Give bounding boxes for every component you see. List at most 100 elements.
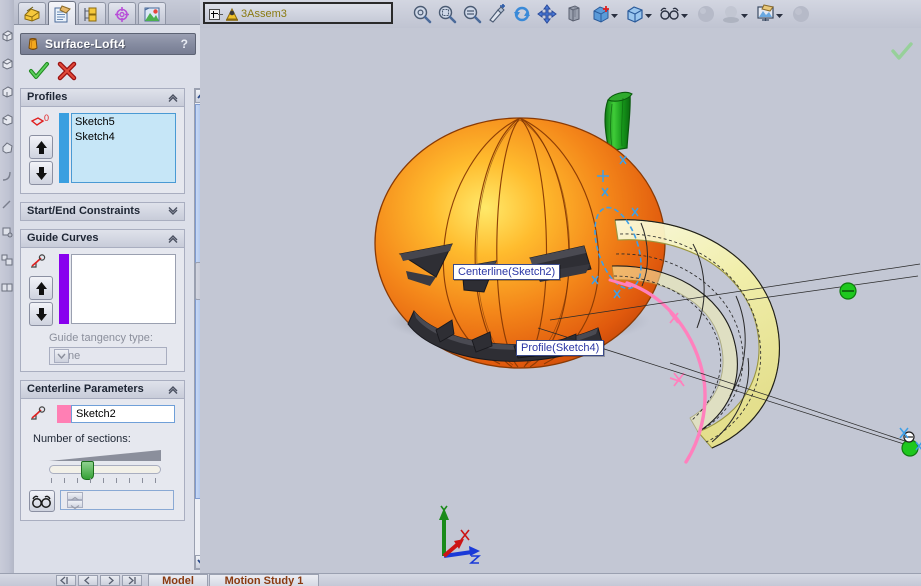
- configuration-manager-tab[interactable]: [78, 2, 106, 24]
- cancel-button[interactable]: [56, 60, 78, 82]
- sections-wedge-graphic: [49, 448, 161, 462]
- number-of-sections-field[interactable]: 1: [60, 490, 174, 510]
- feature-manager-tab[interactable]: [18, 2, 46, 24]
- list-item[interactable]: Sketch5: [75, 115, 172, 130]
- chevron-down-icon[interactable]: [167, 206, 179, 220]
- profiles-group: Profiles 0 Sketch5 Sketch4: [20, 88, 185, 194]
- profiles-selection-list[interactable]: Sketch5 Sketch4: [71, 113, 176, 183]
- nav-previous-button[interactable]: [78, 575, 98, 586]
- zoom-to-fit-icon[interactable]: [412, 4, 432, 24]
- number-of-sections-slider[interactable]: [49, 461, 161, 480]
- chamfer-icon[interactable]: [1, 198, 13, 210]
- display-manager-tab[interactable]: [138, 2, 166, 24]
- centerline-value: Sketch2: [76, 408, 116, 420]
- profiles-group-body: 0 Sketch5 Sketch4: [21, 107, 184, 193]
- move-up-button[interactable]: [29, 135, 53, 159]
- confirmation-corner-ok-icon[interactable]: [891, 42, 913, 65]
- solidworks-window: Surface-Loft4 ? Profiles 0 Sketch5 Sketc…: [0, 0, 921, 586]
- start-end-constraints-group: Start/End Constraints: [20, 202, 185, 221]
- left-command-strip: [0, 0, 15, 585]
- section-view-icon[interactable]: [564, 4, 584, 24]
- move-down-button[interactable]: [29, 161, 53, 185]
- linear-pattern-icon[interactable]: [1, 254, 13, 266]
- list-item[interactable]: Sketch4: [75, 130, 172, 145]
- number-of-sections-label: Number of sections:: [33, 433, 131, 445]
- view-settings-dropdown-caret[interactable]: [776, 11, 783, 18]
- display-style-dropdown-caret[interactable]: [645, 11, 652, 18]
- centerline-parameters-body: Sketch2 Number of sections:: [21, 399, 184, 520]
- tab-motion-study[interactable]: Motion Study 1: [209, 574, 319, 586]
- zoom-in-out-icon[interactable]: [462, 4, 482, 24]
- svg-text:0: 0: [44, 113, 49, 123]
- mirror-icon[interactable]: [1, 282, 13, 294]
- close-x-icon: [57, 61, 77, 81]
- chevron-up-icon[interactable]: [167, 233, 179, 247]
- centerline-parameters-label: Centerline Parameters: [27, 383, 144, 395]
- coordinate-triad: [428, 500, 484, 564]
- guide-curves-group-header[interactable]: Guide Curves: [21, 230, 184, 248]
- guide-move-up-button[interactable]: [29, 276, 53, 300]
- centerline-color-swatch: [57, 405, 71, 423]
- guide-curves-group: Guide Curves Guide tangency type:: [20, 229, 185, 372]
- profile-callout[interactable]: Profile(Sketch4): [516, 340, 605, 356]
- apply-scene-dropdown-caret[interactable]: [741, 11, 748, 18]
- nav-first-button[interactable]: [56, 575, 76, 586]
- render-sphere-icon[interactable]: [791, 4, 811, 24]
- pumpkin-stem: [604, 91, 633, 152]
- dimxpert-target-icon: [115, 7, 129, 22]
- configuration-icon: [84, 7, 97, 22]
- centerline-selection-icon: [29, 406, 53, 426]
- previous-view-icon[interactable]: [487, 4, 507, 24]
- graphics-viewport[interactable]: Centerline(Sketch2) Profile(Sketch4): [200, 28, 921, 573]
- revolve-cut-icon[interactable]: [1, 114, 13, 126]
- swept-boss-icon[interactable]: [1, 142, 13, 154]
- document-tab[interactable]: 3Assem3: [203, 2, 393, 24]
- model-canvas: [374, 91, 921, 464]
- guide-tangency-label: Guide tangency type:: [49, 332, 153, 344]
- property-page-icon: [54, 5, 71, 23]
- tab-model[interactable]: Model: [148, 574, 208, 586]
- stepper-up-button[interactable]: [67, 492, 83, 501]
- view-settings-icon[interactable]: [756, 4, 776, 24]
- extrude-cut-icon[interactable]: [1, 58, 13, 70]
- guide-curves-selection-list[interactable]: [71, 254, 176, 324]
- nav-last-button[interactable]: [122, 575, 142, 586]
- fillet-icon[interactable]: [1, 170, 13, 182]
- centerline-field[interactable]: Sketch2: [71, 405, 175, 423]
- hide-show-items-icon[interactable]: [659, 4, 679, 24]
- view-orientation-dropdown-caret[interactable]: [611, 11, 618, 18]
- property-manager-title-bar: Surface-Loft4 ?: [20, 33, 196, 55]
- profiles-group-header[interactable]: Profiles: [21, 89, 184, 107]
- guide-tangency-select[interactable]: None: [49, 347, 167, 365]
- chevron-up-icon[interactable]: [167, 92, 179, 106]
- centerline-callout[interactable]: Centerline(Sketch2): [453, 264, 561, 280]
- profiles-selection-color-bar: [59, 113, 69, 183]
- zoom-to-area-icon[interactable]: [437, 4, 457, 24]
- rotate-view-icon[interactable]: [512, 4, 532, 24]
- dimxpert-manager-tab[interactable]: [108, 2, 136, 24]
- extrude-boss-icon[interactable]: [1, 30, 13, 42]
- start-end-constraints-header[interactable]: Start/End Constraints: [21, 203, 184, 220]
- surface-loft-icon: [25, 37, 41, 56]
- view-orientation-icon[interactable]: [591, 4, 611, 24]
- chevron-down-icon[interactable]: [54, 349, 69, 363]
- chevron-up-icon[interactable]: [167, 384, 179, 398]
- revolve-boss-icon[interactable]: [1, 86, 13, 98]
- shell-icon[interactable]: [1, 226, 13, 238]
- help-button[interactable]: ?: [181, 37, 188, 51]
- edit-appearance-icon[interactable]: [696, 4, 716, 24]
- apply-scene-icon[interactable]: [721, 4, 741, 24]
- guide-curves-group-body: Guide tangency type: None: [21, 248, 184, 371]
- property-manager-tab[interactable]: [48, 1, 76, 25]
- pan-icon[interactable]: [537, 4, 557, 24]
- feature-tree-icon: [24, 6, 40, 22]
- guide-move-down-button[interactable]: [29, 302, 53, 326]
- ok-button[interactable]: [28, 60, 50, 82]
- show-sections-button[interactable]: [29, 490, 55, 512]
- slider-ticks: [49, 478, 161, 485]
- centerline-parameters-header[interactable]: Centerline Parameters: [21, 381, 184, 399]
- hide-show-dropdown-caret[interactable]: [681, 11, 688, 18]
- nav-next-button[interactable]: [100, 575, 120, 586]
- display-style-icon[interactable]: [625, 4, 645, 24]
- stepper-down-button[interactable]: [67, 500, 83, 510]
